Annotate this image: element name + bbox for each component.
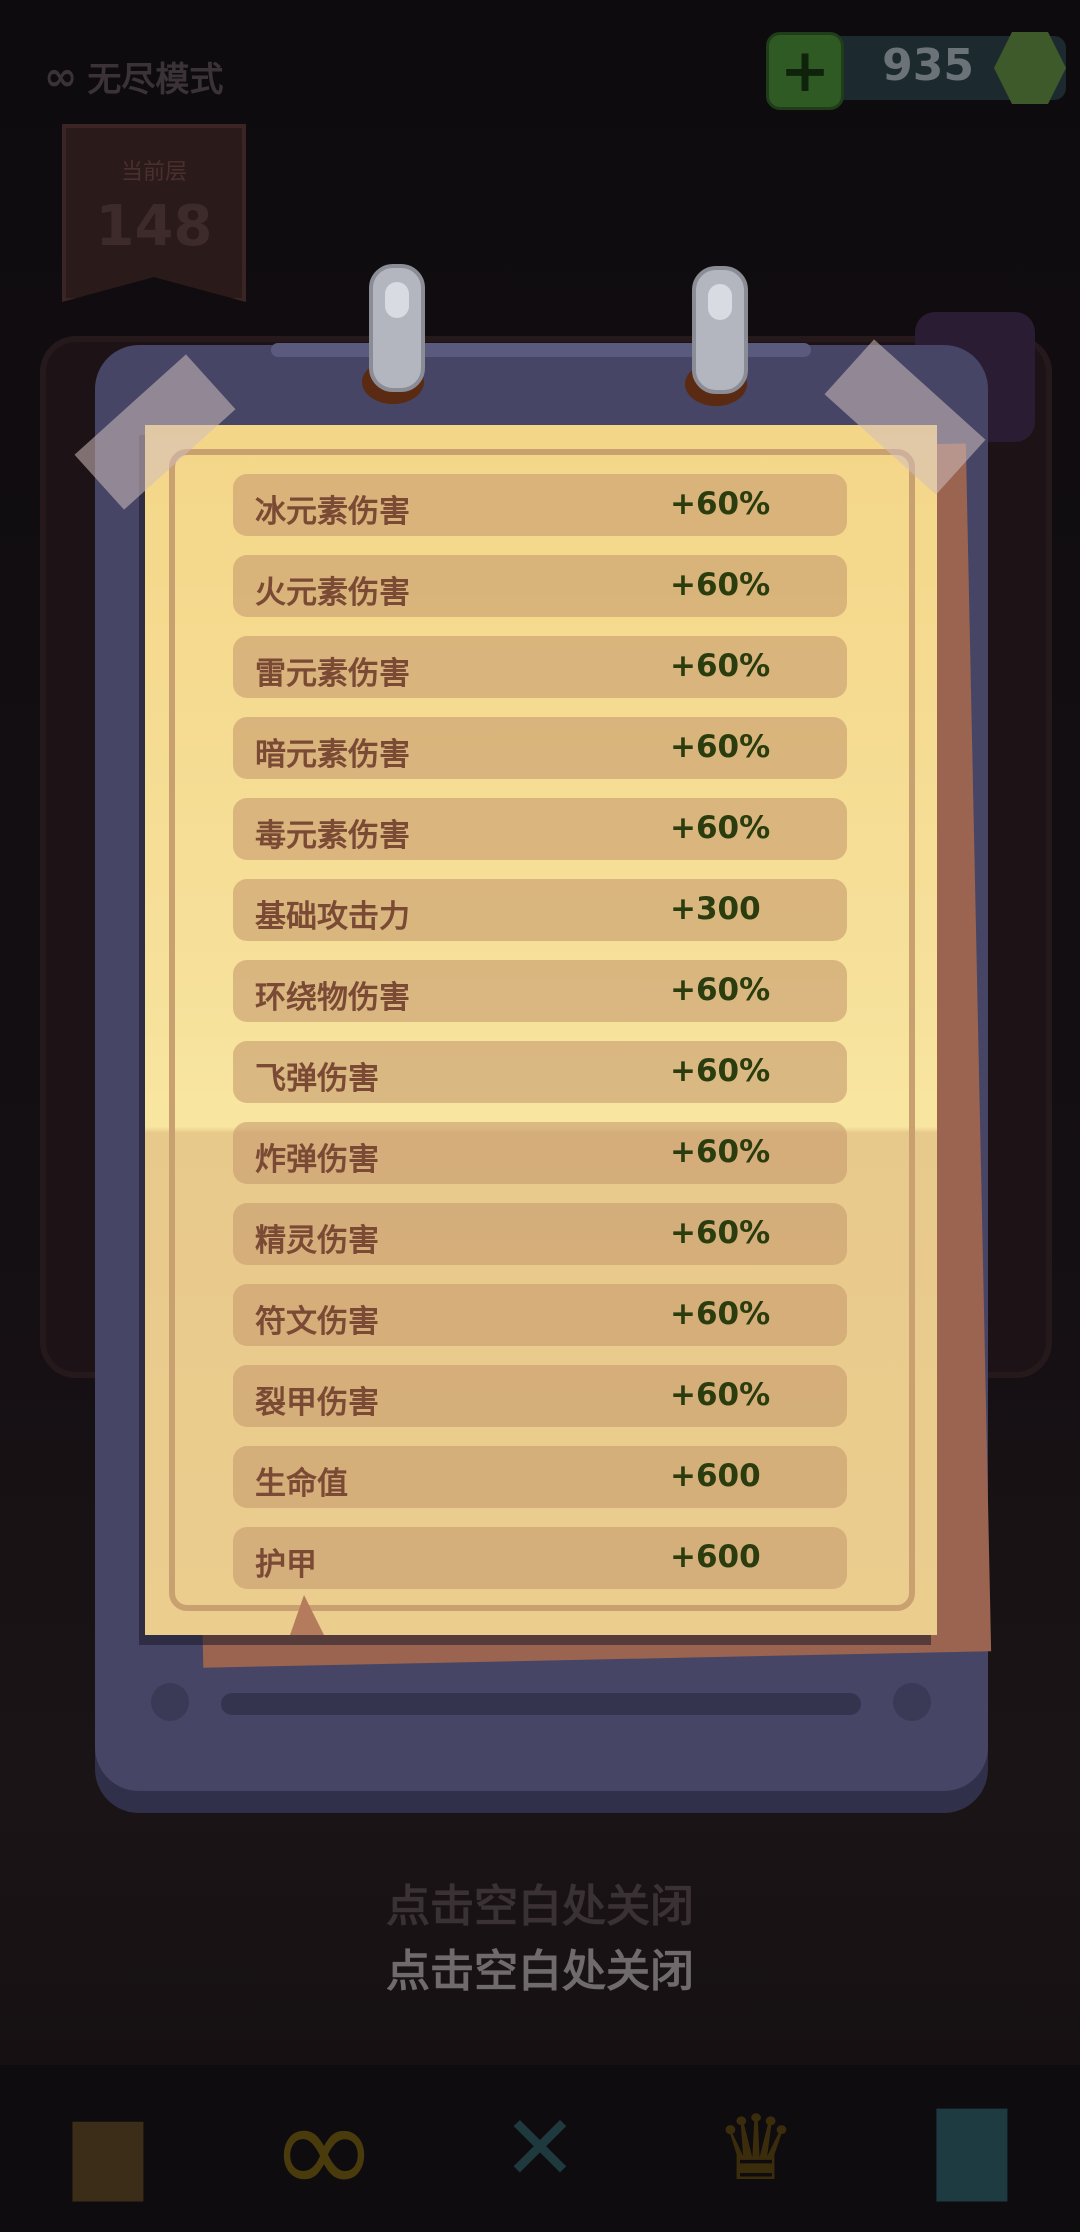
stat-row: 基础攻击力 +300 (233, 879, 847, 941)
stat-row: 冰元素伤害 +60% (233, 474, 847, 536)
stat-row: 炸弹伤害 +60% (233, 1122, 847, 1184)
stat-row: 裂甲伤害 +60% (233, 1365, 847, 1427)
stat-row: 暗元素伤害 +60% (233, 717, 847, 779)
stat-name: 飞弹伤害 (255, 1061, 379, 1097)
stat-value: +60% (670, 1377, 771, 1413)
tab-shop[interactable]: ▆ (0, 2065, 216, 2232)
stat-value: +60% (670, 648, 771, 684)
stat-name: 符文伤害 (255, 1304, 379, 1340)
stat-row: 雷元素伤害 +60% (233, 636, 847, 698)
tab-battle[interactable]: ✕ (432, 2065, 648, 2232)
currency-amount: 935 (882, 40, 974, 91)
stat-name: 炸弹伤害 (255, 1142, 379, 1178)
stat-value: +600 (670, 1458, 761, 1494)
stat-name: 精灵伤害 (255, 1223, 379, 1259)
stat-row: 符文伤害 +60% (233, 1284, 847, 1346)
stat-value: +60% (670, 729, 771, 765)
tab-endless[interactable]: ∞ (216, 2065, 432, 2232)
currency-bar: + 935 (766, 32, 1066, 110)
gem-icon (994, 32, 1066, 104)
close-hint-shadow: 点击空白处关闭 (386, 1881, 694, 1932)
mode-label: 无尽模式 (87, 60, 224, 100)
tab-chest[interactable]: ▇ (864, 2065, 1080, 2232)
stat-row: 精灵伤害 +60% (233, 1203, 847, 1265)
stat-name: 雷元素伤害 (255, 656, 410, 692)
stat-name: 基础攻击力 (255, 899, 410, 935)
binder-ring (369, 264, 425, 392)
clipboard-bottom-bar (221, 1693, 861, 1715)
stat-row: 飞弹伤害 +60% (233, 1041, 847, 1103)
add-currency-button[interactable]: + (766, 32, 844, 110)
stat-value: +60% (670, 1215, 771, 1251)
shop-icon: ▆ (73, 2096, 143, 2201)
bottom-nav: ▆ ∞ ✕ ♛ ▇ (0, 2065, 1080, 2232)
infinity-icon: ∞ (44, 53, 78, 100)
stat-value: +60% (670, 810, 771, 846)
infinity-icon: ∞ (269, 2072, 379, 2225)
stat-value: +60% (670, 486, 771, 522)
stat-value: +60% (670, 1134, 771, 1170)
close-hint[interactable]: 点击空白处关闭 (0, 1935, 1080, 1999)
stat-value: +300 (670, 891, 761, 927)
stat-row: 火元素伤害 +60% (233, 555, 847, 617)
stat-value: +60% (670, 972, 771, 1008)
level-banner: 当前层 148 (62, 124, 246, 302)
stat-name: 裂甲伤害 (255, 1385, 379, 1421)
stat-name: 暗元素伤害 (255, 737, 410, 773)
clipboard-screw (893, 1683, 931, 1721)
crossed-swords-icon: ✕ (502, 2096, 578, 2201)
trophy-icon: ♛ (715, 2096, 797, 2201)
stat-row: 护甲 +600 (233, 1527, 847, 1589)
stat-name: 火元素伤害 (255, 575, 410, 611)
level-number: 148 (95, 194, 213, 259)
stat-row: 生命值 +600 (233, 1446, 847, 1508)
clipboard-screw (151, 1683, 189, 1721)
plus-icon: + (779, 36, 831, 106)
stat-value: +60% (670, 1296, 771, 1332)
stat-row: 毒元素伤害 +60% (233, 798, 847, 860)
stat-name: 环绕物伤害 (255, 980, 410, 1016)
mode-title: ∞ 无尽模式 (44, 52, 223, 101)
stat-value: +60% (670, 1053, 771, 1089)
stat-value: +60% (670, 567, 771, 603)
tab-ranking[interactable]: ♛ (648, 2065, 864, 2232)
level-banner-label: 当前层 (120, 160, 187, 185)
stat-name: 毒元素伤害 (255, 818, 410, 854)
chest-icon: ▇ (937, 2096, 1007, 2201)
stat-name: 冰元素伤害 (255, 494, 410, 530)
stat-value: +600 (670, 1539, 761, 1575)
binder-ring (692, 266, 748, 394)
stat-name: 护甲 (255, 1547, 317, 1583)
stat-row: 环绕物伤害 +60% (233, 960, 847, 1022)
stat-name: 生命值 (255, 1466, 348, 1502)
stat-list: 冰元素伤害 +60% 火元素伤害 +60% 雷元素伤害 +60% 暗元素伤害 +60% … (233, 474, 847, 1608)
